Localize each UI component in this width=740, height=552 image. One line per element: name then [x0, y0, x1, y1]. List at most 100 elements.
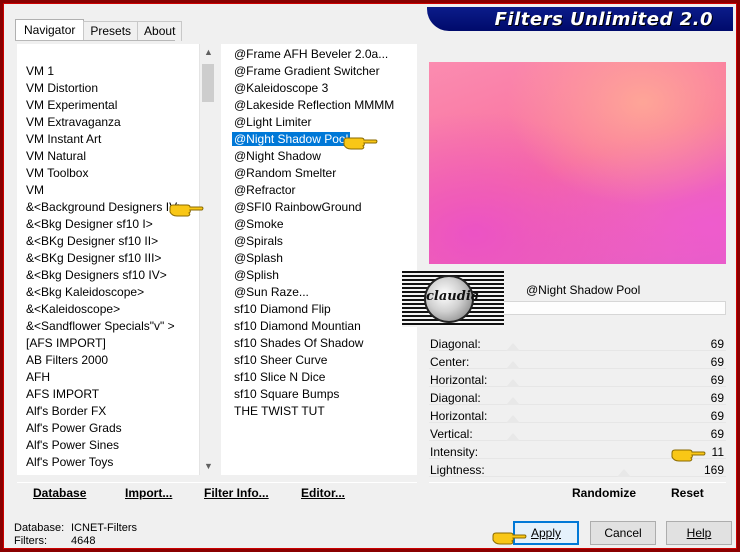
filter-item[interactable]: @Night Shadow	[221, 148, 417, 165]
pointing-hand-icon	[343, 137, 378, 150]
category-item[interactable]: Alf's Power Toys	[17, 454, 199, 471]
slider-row[interactable]: Diagonal: 69	[429, 335, 726, 353]
slider-thumb[interactable]	[506, 343, 520, 351]
tab-about[interactable]: About	[137, 21, 183, 41]
filter-item[interactable]: @Lakeside Reflection MMMM	[221, 97, 417, 114]
scroll-up-icon[interactable]: ▲	[200, 44, 217, 61]
filter-item[interactable]: sf10 Slice N Dice	[221, 369, 417, 386]
scroll-thumb[interactable]	[202, 64, 214, 102]
pointing-hand-icon	[671, 449, 706, 462]
slider-label: Diagonal:	[430, 337, 481, 351]
cancel-button[interactable]: Cancel	[590, 521, 656, 545]
filter-item[interactable]: THE TWIST TUT	[221, 403, 417, 420]
import-button[interactable]: Import...	[125, 486, 172, 500]
filter-item[interactable]: @Frame Gradient Switcher	[221, 63, 417, 80]
category-item[interactable]: AFH	[17, 369, 199, 386]
filter-list[interactable]: @Frame AFH Beveler 2.0a... @Frame Gradien…	[221, 44, 417, 475]
category-scrollbar[interactable]: ▲ ▼	[199, 44, 216, 475]
filter-preview	[429, 62, 726, 264]
filter-item[interactable]: @Light Limiter	[221, 114, 417, 131]
reset-button[interactable]: Reset	[671, 486, 704, 500]
scroll-down-icon[interactable]: ▼	[200, 458, 217, 475]
help-button[interactable]: Help	[666, 521, 732, 545]
category-item[interactable]: &<Bkg Designers sf10 IV>	[17, 267, 199, 284]
slider-value: 69	[710, 391, 724, 405]
slider-row[interactable]: Horizontal: 69	[429, 407, 726, 425]
filter-item[interactable]: @Spirals	[221, 233, 417, 250]
tab-divider	[15, 40, 175, 41]
slider-value: 169	[703, 463, 724, 477]
slider-thumb[interactable]	[506, 361, 520, 369]
category-item[interactable]: AFS IMPORT	[17, 386, 199, 403]
slider-thumb[interactable]	[506, 415, 520, 423]
category-item[interactable]: VM 1	[17, 63, 199, 80]
filter-item[interactable]: @Night Shadow Pool	[221, 131, 417, 148]
category-item[interactable]: VM	[17, 182, 199, 199]
filters-count-label: Filters:	[14, 535, 47, 547]
filter-item[interactable]: @Splash	[221, 250, 417, 267]
category-item[interactable]: AB Filters 2000	[17, 352, 199, 369]
category-item[interactable]: [AFS IMPORT]	[17, 335, 199, 352]
pointing-hand-icon	[492, 532, 527, 545]
slider-row[interactable]: Center: 69	[429, 353, 726, 371]
filter-item[interactable]: sf10 Shades Of Shadow	[221, 335, 417, 352]
window-title: Filters Unlimited 2.0	[494, 8, 713, 30]
cancel-label: Cancel	[604, 526, 642, 540]
filter-item[interactable]: @Random Smelter	[221, 165, 417, 182]
database-button[interactable]: Database	[33, 486, 86, 500]
filter-item[interactable]: sf10 Diamond Mountian	[221, 318, 417, 335]
slider-row[interactable]: Diagonal: 69	[429, 389, 726, 407]
category-item[interactable]: Alf's Power Grads	[17, 420, 199, 437]
category-item[interactable]: &<BKg Designer sf10 II>	[17, 233, 199, 250]
status-area: Database: ICNET-Filters Filters: 4648	[14, 522, 137, 548]
filter-item[interactable]: @Refractor	[221, 182, 417, 199]
tab-navigator[interactable]: Navigator	[15, 19, 85, 41]
slider-row[interactable]: Vertical: 69	[429, 425, 726, 443]
preview-toolbar: Randomize Reset	[429, 482, 726, 506]
slider-track[interactable]	[429, 368, 726, 369]
slider-thumb[interactable]	[506, 433, 520, 441]
category-list[interactable]: VM 1 VM Distortion VM Experimental VM Extra…	[17, 44, 199, 475]
slider-value: 69	[710, 427, 724, 441]
category-item[interactable]: VM Instant Art	[17, 131, 199, 148]
category-item[interactable]: Alf's Border FX	[17, 403, 199, 420]
filter-item[interactable]: sf10 Diamond Flip	[221, 301, 417, 318]
slider-label: Vertical:	[430, 427, 473, 441]
filter-info-button[interactable]: Filter Info...	[204, 486, 269, 500]
slider-thumb[interactable]	[506, 379, 520, 387]
filter-item[interactable]: @SFI0 RainbowGround	[221, 199, 417, 216]
slider-track[interactable]	[429, 440, 726, 441]
list-toolbar: Database Import... Filter Info... Editor…	[17, 482, 417, 506]
randomize-button[interactable]: Randomize	[572, 486, 636, 500]
category-item[interactable]: VM Natural	[17, 148, 199, 165]
slider-label: Horizontal:	[430, 409, 488, 423]
editor-button[interactable]: Editor...	[301, 486, 345, 500]
filter-item[interactable]: @Smoke	[221, 216, 417, 233]
slider-value: 69	[710, 337, 724, 351]
slider-row[interactable]: Horizontal: 69	[429, 371, 726, 389]
category-item[interactable]: &<Kaleidoscope>	[17, 301, 199, 318]
slider-label: Horizontal:	[430, 373, 488, 387]
filter-item[interactable]: @Sun Raze...	[221, 284, 417, 301]
slider-thumb[interactable]	[506, 397, 520, 405]
category-item[interactable]: VM Toolbox	[17, 165, 199, 182]
filters-unlimited-window: Filters Unlimited 2.0 Navigator Presets …	[0, 0, 740, 552]
category-item[interactable]: &<Bkg Kaleidoscope>	[17, 284, 199, 301]
category-item[interactable]: VM Distortion	[17, 80, 199, 97]
slider-value: 69	[710, 409, 724, 423]
tab-presets[interactable]: Presets	[83, 21, 139, 41]
category-item[interactable]: VM Extravaganza	[17, 114, 199, 131]
slider-thumb[interactable]	[617, 469, 631, 477]
logo-text: claudia	[426, 289, 480, 304]
category-item[interactable]: Alf's Power Sines	[17, 437, 199, 454]
category-item[interactable]: VM Experimental	[17, 97, 199, 114]
category-item[interactable]: &<BKg Designer sf10 III>	[17, 250, 199, 267]
filter-item[interactable]: @Kaleidoscope 3	[221, 80, 417, 97]
filter-item[interactable]: sf10 Sheer Curve	[221, 352, 417, 369]
filter-item[interactable]: @Frame AFH Beveler 2.0a...	[221, 46, 417, 63]
category-item[interactable]: &<Sandflower Specials"v" >	[17, 318, 199, 335]
category-item[interactable]: &<Bkg Designer sf10 I>	[17, 216, 199, 233]
filter-item[interactable]: sf10 Square Bumps	[221, 386, 417, 403]
slider-row[interactable]: Lightness: 169	[429, 461, 726, 479]
filter-item[interactable]: @Splish	[221, 267, 417, 284]
